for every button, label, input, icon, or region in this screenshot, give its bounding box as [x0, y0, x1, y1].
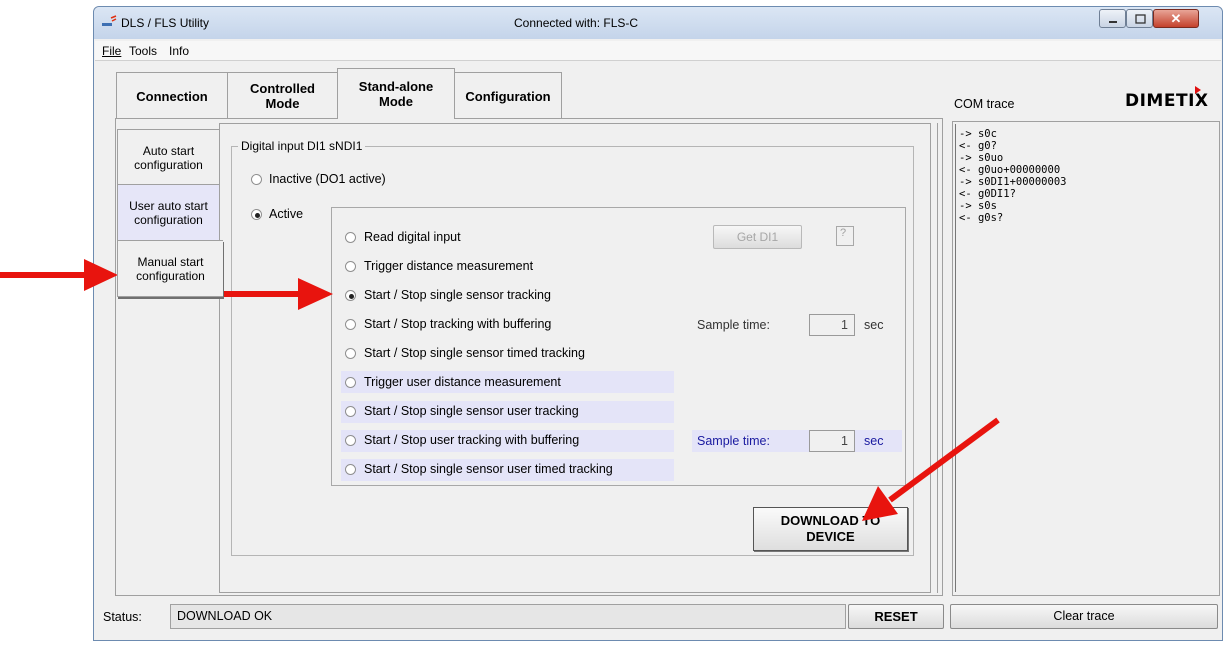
arrow-icon [0, 259, 118, 291]
arrow-icon [862, 417, 1000, 521]
side-tab-manual-start[interactable]: Manual start configuration [117, 240, 223, 297]
arrow-icon [218, 278, 333, 310]
tab-stand-alone-mode[interactable]: Stand-alone Mode [337, 68, 455, 119]
annotation-arrows [0, 259, 1000, 521]
